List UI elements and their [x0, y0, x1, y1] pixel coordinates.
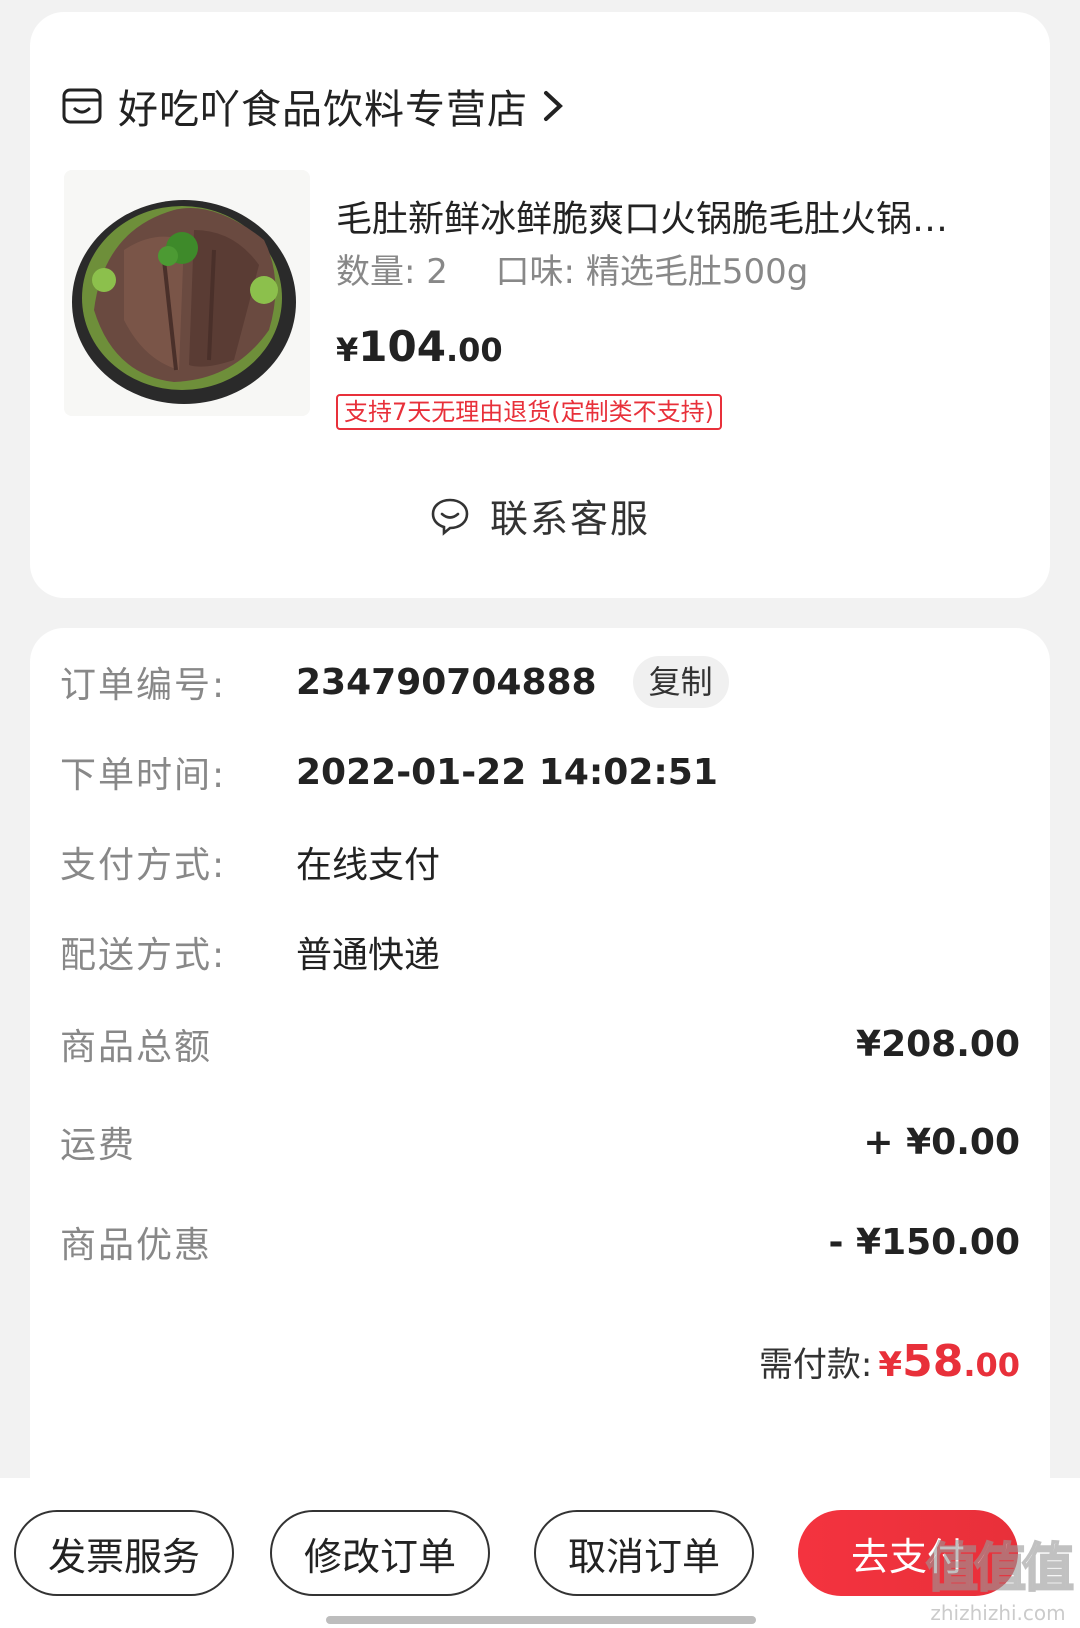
- amount-due-label: 需付款:: [758, 1345, 873, 1385]
- watermark: 值值值 zhizhizhi.com: [925, 1526, 1075, 1625]
- contact-service-button[interactable]: 联系客服: [30, 488, 1050, 543]
- cancel-order-button[interactable]: 取消订单: [534, 1510, 754, 1596]
- contact-service-label: 联系客服: [489, 497, 650, 541]
- price-currency: ¥: [336, 331, 359, 369]
- payment-method-label: 支付方式:: [60, 845, 227, 886]
- amount-due-currency: ¥: [878, 1345, 903, 1385]
- order-info-card: 订单编号: 234790704888 复制 下单时间: 2022-01-22 1…: [30, 628, 1050, 1488]
- order-time-label: 下单时间:: [60, 755, 227, 796]
- subtotal-row: 商品总额 ¥208.00: [60, 1014, 1020, 1074]
- order-time-row: 下单时间: 2022-01-22 14:02:51: [60, 742, 1020, 802]
- price-decimal: .00: [445, 331, 503, 369]
- delivery-method-label: 配送方式:: [60, 935, 227, 976]
- order-number-row: 订单编号: 234790704888 复制: [60, 652, 1020, 712]
- return-policy-badge: 支持7天无理由退货(定制类不支持): [336, 394, 722, 430]
- copy-button[interactable]: 复制: [632, 656, 729, 708]
- chat-bubble-icon: [431, 498, 469, 536]
- quantity-label: 数量:: [336, 252, 416, 292]
- order-number-value: 234790704888: [296, 661, 597, 703]
- watermark-logo: 值值值: [925, 1538, 1075, 1600]
- delivery-method-row: 配送方式: 普通快递: [60, 922, 1020, 982]
- amount-due-decimal: .00: [963, 1346, 1020, 1384]
- discount-row: 商品优惠 - ¥150.00: [60, 1212, 1020, 1272]
- order-time-value: 2022-01-22 14:02:51: [296, 751, 718, 793]
- shipping-row: 运费 + ¥0.00: [60, 1112, 1020, 1172]
- payment-method-row: 支付方式: 在线支付: [60, 832, 1020, 892]
- bottom-action-bar: 发票服务 修改订单 取消订单 去支付 值值值 zhizhizhi.com: [0, 1478, 1080, 1628]
- product-card: 好吃吖食品饮料专营店 毛肚新鲜冰鲜脆爽口火锅脆毛肚火锅… 数量: 2 口味: 精…: [30, 12, 1050, 598]
- product-image[interactable]: [64, 170, 310, 416]
- discount-label: 商品优惠: [60, 1225, 213, 1266]
- shop-icon: [62, 88, 102, 124]
- amount-due-row: 需付款: ¥ 58 .00: [759, 1336, 1020, 1387]
- price-integer: 104: [358, 322, 446, 371]
- shop-name: 好吃吖食品饮料专营店: [118, 87, 528, 133]
- subtotal-value: ¥208.00: [856, 1023, 1020, 1065]
- quantity-value: 2: [426, 252, 448, 292]
- tripe-dish-image: [64, 170, 310, 416]
- product-title[interactable]: 毛肚新鲜冰鲜脆爽口火锅脆毛肚火锅…: [336, 190, 996, 242]
- subtotal-label: 商品总额: [60, 1027, 213, 1068]
- invoice-service-button[interactable]: 发票服务: [14, 1510, 234, 1596]
- home-indicator[interactable]: [326, 1616, 756, 1624]
- product-price: ¥104.00: [336, 322, 503, 371]
- shipping-value: + ¥0.00: [863, 1121, 1020, 1163]
- order-detail-page: 好吃吖食品饮料专营店 毛肚新鲜冰鲜脆爽口火锅脆毛肚火锅… 数量: 2 口味: 精…: [0, 0, 1080, 1628]
- discount-value: - ¥150.00: [828, 1221, 1020, 1263]
- delivery-method-value: 普通快递: [296, 935, 441, 976]
- product-spec: 数量: 2 口味: 精选毛肚500g: [336, 244, 808, 293]
- watermark-url: zhizhizhi.com: [930, 1601, 1066, 1625]
- amount-due-integer: 58: [902, 1336, 964, 1387]
- chevron-right-icon: [544, 91, 563, 121]
- shipping-label: 运费: [60, 1125, 137, 1166]
- shop-header[interactable]: 好吃吖食品饮料专营店: [60, 76, 566, 136]
- payment-method-value: 在线支付: [296, 845, 441, 886]
- order-number-label: 订单编号:: [60, 665, 227, 706]
- flavor-label: 口味:: [495, 252, 576, 292]
- flavor-value: 精选毛肚500g: [585, 252, 809, 292]
- modify-order-button[interactable]: 修改订单: [270, 1510, 490, 1596]
